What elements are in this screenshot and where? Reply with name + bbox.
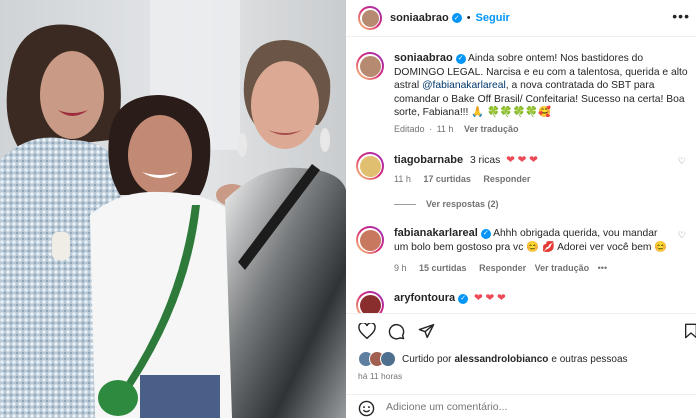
- author-avatar[interactable]: [358, 6, 382, 30]
- comment-bubble-icon[interactable]: [388, 323, 405, 340]
- verified-icon: ✓: [458, 293, 469, 304]
- post-side-panel: soniaabrao ✓ • Seguir ••• soniaabrao ✓ Ai…: [346, 0, 696, 418]
- caption-emojis: 🙏 🍀🍀🍀🍀🥰: [471, 107, 552, 118]
- post-header: soniaabrao ✓ • Seguir •••: [346, 0, 696, 37]
- dot-separator: ·: [429, 124, 433, 134]
- action-bar: [346, 313, 696, 344]
- like-heart-icon[interactable]: [358, 323, 376, 339]
- comment-text: aryfontoura ✓ ❤ ❤ ❤: [394, 292, 506, 306]
- caption-mention[interactable]: @fabianakarlareal: [422, 80, 506, 91]
- share-send-icon[interactable]: [418, 323, 435, 339]
- reply-button[interactable]: Responder: [479, 263, 526, 273]
- liked-by-user[interactable]: alessandrolobianco: [454, 354, 548, 365]
- comment-username[interactable]: aryfontoura: [394, 292, 455, 304]
- liked-by-suffix[interactable]: e outras pessoas: [551, 354, 627, 365]
- like-comment-icon[interactable]: ♡: [678, 156, 686, 167]
- comment-username[interactable]: fabianakarlareal: [394, 227, 478, 239]
- liked-by-avatars[interactable]: [358, 351, 402, 367]
- post-time: há 11 horas: [358, 371, 403, 381]
- add-comment-bar: [346, 394, 696, 419]
- view-replies[interactable]: Ver respostas (2): [394, 199, 499, 209]
- comment-time: 9 h: [394, 263, 407, 273]
- comment-likes[interactable]: 17 curtidas: [423, 174, 471, 184]
- comment-hearts: ❤ ❤ ❤: [474, 293, 506, 304]
- like-comment-icon[interactable]: ♡: [678, 230, 686, 241]
- verified-icon: ✓: [480, 228, 491, 239]
- smiley-icon[interactable]: [358, 400, 375, 417]
- see-translation-link[interactable]: Ver tradução: [535, 263, 590, 273]
- author-username[interactable]: soniaabrao: [390, 12, 449, 24]
- caption-username[interactable]: soniaabrao: [394, 52, 453, 64]
- more-options-icon[interactable]: •••: [672, 8, 690, 24]
- comment-more-icon[interactable]: •••: [598, 263, 607, 273]
- comment-emoji-b: 💋: [541, 241, 555, 253]
- comment-username[interactable]: tiagobarnabe: [394, 154, 463, 166]
- verified-icon: ✓: [451, 13, 462, 23]
- comment-avatar[interactable]: [356, 291, 384, 313]
- dot-separator: •: [466, 12, 471, 24]
- verified-icon: ✓: [455, 53, 466, 64]
- comment-emoji-a: 😊: [526, 241, 540, 253]
- comment-body-b: Adorei ver você bem: [557, 241, 652, 253]
- see-translation-link[interactable]: Ver tradução: [464, 124, 519, 134]
- comment-avatar[interactable]: [356, 152, 384, 180]
- comment-input[interactable]: [386, 399, 676, 415]
- comment-time: 11 h: [394, 174, 411, 184]
- caption-avatar[interactable]: [356, 52, 384, 80]
- comment-meta: 9 h 15 curtidas Responder Ver tradução •…: [394, 263, 607, 273]
- comment-text: fabianakarlareal ✓ Ahhh obrigada querida,…: [394, 227, 674, 254]
- comment-hearts: ❤ ❤ ❤: [506, 155, 538, 166]
- follow-button[interactable]: Seguir: [476, 12, 510, 24]
- caption-text: soniaabrao ✓ Ainda sobre ontem! Nos basti…: [394, 52, 694, 120]
- caption-meta: Editado · 11 h Ver tradução: [394, 124, 518, 134]
- post-photo[interactable]: [0, 0, 346, 418]
- view-replies-label[interactable]: Ver respostas (2): [426, 199, 499, 209]
- comment-likes[interactable]: 15 curtidas: [419, 263, 467, 273]
- save-bookmark-icon[interactable]: [684, 323, 696, 339]
- comment-emoji-c: 😊: [654, 241, 668, 253]
- photo-illustration: [0, 0, 346, 418]
- reply-button[interactable]: Responder: [483, 174, 530, 184]
- comments-area[interactable]: soniaabrao ✓ Ainda sobre ontem! Nos basti…: [346, 37, 696, 313]
- liked-by-row: Curtido por alessandrolobianco e outras …: [358, 350, 688, 368]
- liked-by-prefix: Curtido por: [402, 353, 452, 365]
- comment-body: 3 ricas: [469, 155, 501, 166]
- comment-text: tiagobarnabe 3 ricas ❤ ❤ ❤: [394, 154, 538, 168]
- replies-line: [394, 203, 416, 205]
- comment-avatar[interactable]: [356, 226, 384, 254]
- caption-time: 11 h: [436, 124, 454, 134]
- liker-avatar: [380, 351, 396, 367]
- caption-edited: Editado: [394, 124, 425, 134]
- comment-meta: 11 h 17 curtidas Responder: [394, 174, 530, 184]
